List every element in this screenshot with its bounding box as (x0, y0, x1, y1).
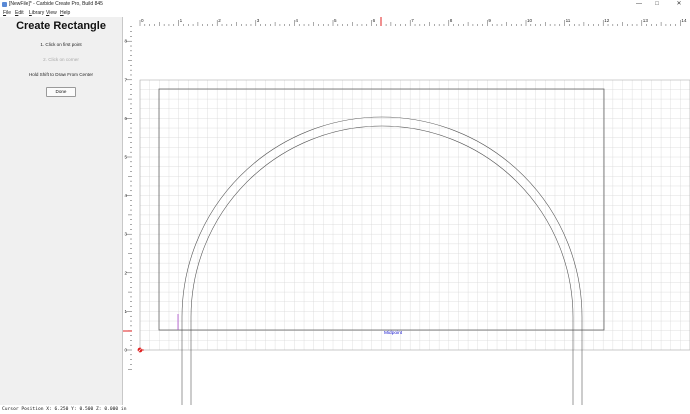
ruler-label: 0 (141, 18, 144, 23)
ruler-label: 6 (373, 18, 376, 23)
minimize-button[interactable]: — (632, 0, 646, 9)
origin-axes-icon (136, 346, 144, 354)
menu-bar: File Edit Library View Help (0, 9, 690, 17)
cursor-position-readout: Cursor Position X: 6.250 Y: 0.500 Z: 0.0… (2, 407, 127, 412)
menu-library[interactable]: Library (29, 9, 44, 17)
ruler-label: 10 (527, 18, 533, 23)
status-bar: Cursor Position X: 6.250 Y: 0.500 Z: 0.0… (0, 405, 690, 414)
ruler-label: 9 (488, 18, 491, 23)
ruler-label: 3 (257, 18, 260, 23)
stock-grid (139, 80, 690, 351)
ruler-label: 1 (180, 18, 183, 23)
step-corner: 2. Click on corner (43, 57, 79, 62)
close-button[interactable]: ✕ (672, 0, 686, 9)
panel-heading: Create Rectangle (16, 20, 106, 32)
ruler-label: 7 (411, 18, 414, 23)
outer-arc-shape[interactable] (181, 116, 583, 405)
tool-panel: Create Rectangle 1. Click on first point… (0, 17, 122, 405)
ruler-label: 11 (566, 18, 571, 23)
ruler-label: 4 (295, 18, 298, 23)
rectangle-shape[interactable] (158, 88, 605, 331)
ruler-label: 12 (604, 18, 610, 23)
snap-label: Midpoint (384, 330, 403, 336)
shift-hint: Hold Shift to Draw From Center (28, 72, 94, 77)
app-icon (2, 2, 7, 7)
menu-edit[interactable]: Edit (15, 9, 24, 17)
ruler-label: 13 (643, 18, 649, 23)
ruler-label: 8 (450, 18, 453, 23)
menu-help[interactable]: Help (60, 9, 70, 17)
maximize-button[interactable]: □ (650, 0, 664, 9)
ruler-label: 14 (681, 18, 687, 23)
done-button[interactable]: Done (46, 87, 76, 97)
menu-file[interactable]: File (3, 9, 11, 17)
ruler-label: 2 (218, 18, 221, 23)
step-first-point: 1. Click on first point (40, 42, 82, 47)
ruler-label: 5 (334, 18, 337, 23)
title-bar: [NewFile]* - Carbide Create Pro, Build 8… (0, 0, 690, 9)
design-canvas[interactable]: Midpoint (132, 26, 690, 405)
menu-view[interactable]: View (46, 9, 57, 17)
window-title: [NewFile]* - Carbide Create Pro, Build 8… (9, 1, 103, 7)
